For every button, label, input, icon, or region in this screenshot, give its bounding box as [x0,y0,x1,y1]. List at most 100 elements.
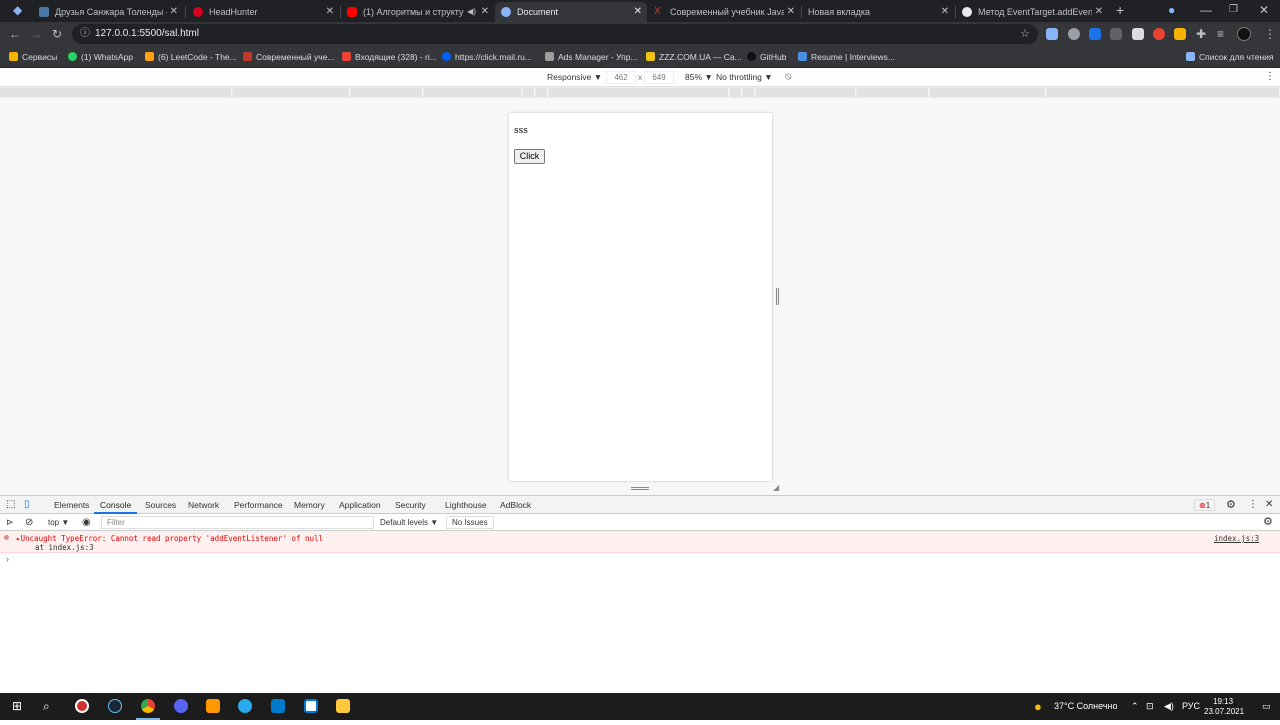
tab-lighthouse[interactable]: Lighthouse [445,496,487,514]
url-text[interactable]: 127.0.0.1:5500/sal.html [95,24,199,44]
throttling-select[interactable]: No throttling ▼ [716,68,773,86]
taskbar-app-telegram[interactable] [229,693,261,720]
extension-icon-2[interactable] [1068,28,1080,40]
media-query-bar[interactable] [0,87,1280,98]
console-input-area[interactable] [0,566,1280,693]
tab-new-tab[interactable]: Новая вкладка ✕ [802,2,954,22]
puzzle-extensions-icon[interactable]: ✚ [1196,22,1206,46]
close-icon[interactable]: ✕ [481,2,489,22]
taskbar-app-steam[interactable] [99,693,131,720]
taskbar-app-sublime[interactable] [197,693,229,720]
reading-list[interactable]: Список для чтения [1186,46,1274,68]
back-icon[interactable]: ← [9,22,21,46]
volume-icon[interactable]: ◀) [1164,693,1174,720]
click-button[interactable]: Click [514,149,545,164]
viewport-height-input[interactable]: 649 [644,71,674,84]
zoom-select[interactable]: 85% ▼ [685,68,713,86]
devtools-more-icon[interactable]: ⋮ [1248,496,1258,514]
close-devtools-icon[interactable]: ✕ [1265,496,1273,514]
tab-javascript-info[interactable]: Ⅹ Современный учебник JavaSc ✕ [648,2,800,22]
bookmark-github[interactable]: GitHub [747,46,786,68]
error-count-badge[interactable]: ⊗1 [1194,499,1216,511]
tab-elements[interactable]: Elements [54,496,89,514]
taskbar-app-recorder[interactable] [66,693,98,720]
tab-search-icon[interactable]: ◆ [13,0,22,21]
extension-icon-7[interactable] [1174,28,1186,40]
close-icon[interactable]: ✕ [1095,2,1103,22]
tab-headhunter[interactable]: HeadHunter ✕ [187,2,339,22]
address-bar[interactable]: ⓘ 127.0.0.1:5500/sal.html ☆ [72,24,1038,44]
extension-icon-3[interactable] [1089,28,1101,40]
resize-handle-right[interactable] [776,288,779,305]
restore-icon[interactable]: ❐ [1229,0,1238,21]
close-window-icon[interactable]: ✕ [1259,0,1269,21]
device-mode-select[interactable]: Responsive ▼ [547,68,602,86]
device-toggle-icon[interactable]: ▯ [24,496,30,514]
error-text[interactable]: ▸Uncaught TypeError: Cannot read propert… [16,534,323,543]
minimize-icon[interactable]: — [1200,0,1212,21]
taskbar-app-file-explorer[interactable] [327,693,359,720]
tab-network[interactable]: Network [188,496,219,514]
console-prompt[interactable]: › [0,554,1280,566]
bookmark-ads-manager[interactable]: Ads Manager - Упр... [545,46,638,68]
taskbar-app-chrome[interactable] [132,693,164,720]
inspect-element-icon[interactable]: ⬚ [6,496,15,514]
notifications-icon[interactable]: ▭ [1262,693,1271,720]
network-icon[interactable]: ⊡ [1146,693,1154,720]
tab-sources[interactable]: Sources [145,496,176,514]
device-more-icon[interactable]: ⋮ [1265,68,1275,86]
info-icon[interactable]: ⓘ [80,24,90,44]
search-button[interactable]: ⌕ [32,693,64,720]
extension-icon-1[interactable] [1046,28,1058,40]
error-trace[interactable]: at index.js:3 [35,543,94,552]
resize-handle-bottom[interactable] [631,487,649,490]
close-icon[interactable]: ✕ [170,2,178,22]
taskbar-app-explorer-window[interactable] [295,693,327,720]
new-tab-icon[interactable]: + [1116,0,1124,21]
tab-performance[interactable]: Performance [234,496,283,514]
bookmark-whatsapp[interactable]: (1) WhatsApp [68,46,133,68]
clock-date[interactable]: 23.07.2021 [1204,698,1244,725]
issues-button[interactable]: No Issues [446,516,494,529]
language-indicator[interactable]: РУС [1182,693,1200,720]
live-expression-eye-icon[interactable]: ◉ [82,514,91,531]
avatar[interactable] [1237,27,1251,41]
bookmark-star-icon[interactable]: ☆ [1020,24,1030,44]
tab-youtube[interactable]: (1) Алгоритмы и структур ◀) ✕ [341,2,494,22]
resize-handle-corner[interactable]: ◢ [773,484,781,492]
profile-sync-icon[interactable]: ● [1168,0,1175,21]
extension-icon-4[interactable] [1110,28,1122,40]
bookmark-services[interactable]: Сервисы [9,46,57,68]
bookmark-resume[interactable]: Resume | Interviews... [798,46,895,68]
sidebar-toggle-icon[interactable]: ⊳ [6,514,14,531]
tab-adblock[interactable]: AdBlock [500,496,531,514]
reload-icon[interactable]: ↻ [52,22,62,46]
start-button[interactable]: ⊞ [2,693,34,720]
close-icon[interactable]: ✕ [787,2,795,22]
tab-memory[interactable]: Memory [294,496,325,514]
extension-icon-5[interactable] [1132,28,1144,40]
forward-icon[interactable]: → [30,22,42,46]
tray-chevron-icon[interactable]: ⌃ [1131,693,1139,720]
tab-security[interactable]: Security [395,496,426,514]
filter-input[interactable] [101,516,374,529]
console-settings-icon[interactable]: ⚙ [1263,514,1273,531]
error-source-link[interactable]: index.js:3 [1214,534,1259,543]
bookmark-zzz[interactable]: ZZZ.COM.UA — Ca... [646,46,742,68]
bookmark-javascript-info[interactable]: Современный учe... [243,46,335,68]
close-icon[interactable]: ✕ [941,2,949,22]
reading-mode-icon[interactable]: ≡ [1217,22,1224,46]
tab-mdn[interactable]: Метод EventTarget.addEventLi ✕ [956,2,1108,22]
extension-icon-6[interactable] [1153,28,1165,40]
rotate-icon[interactable]: ⦸ [785,68,792,86]
speaker-icon[interactable]: ◀) [467,2,476,22]
viewport-width-input[interactable]: 462 [606,71,636,84]
tab-application[interactable]: Application [339,496,381,514]
tab-document[interactable]: Document ✕ [495,2,647,22]
weather-text[interactable]: 37°C Солнечно [1054,693,1118,720]
log-levels-select[interactable]: Default levels ▼ [380,514,438,531]
taskbar-app-discord[interactable] [165,693,197,720]
tab-vk[interactable]: Друзья Санжара Толенды – 2 ✕ [33,2,183,22]
tab-console[interactable]: Console [94,496,138,514]
taskbar-app-vscode[interactable] [262,693,294,720]
